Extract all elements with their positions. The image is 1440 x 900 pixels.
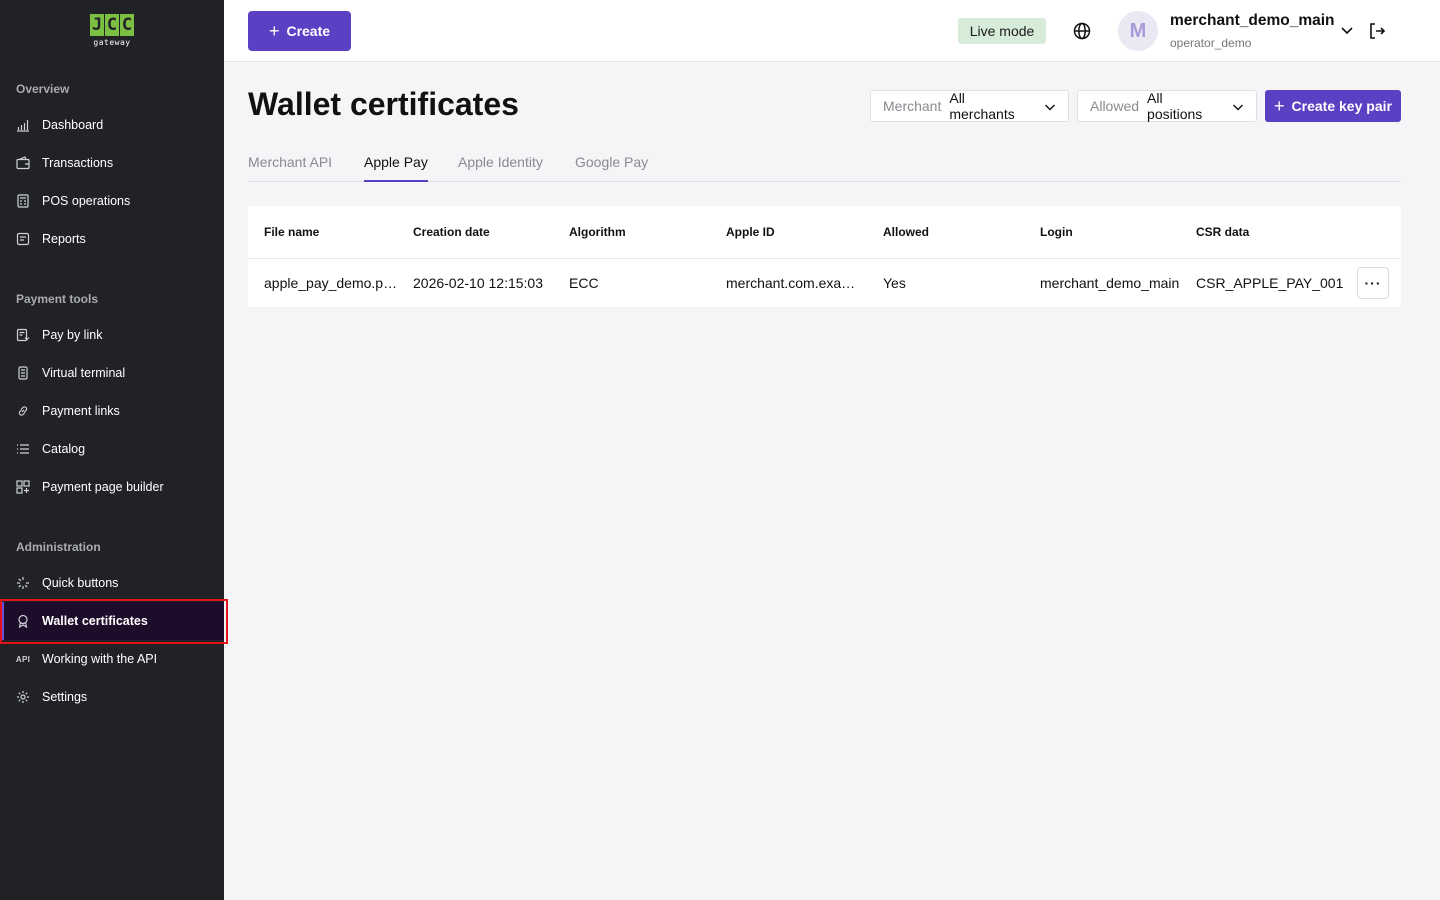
chevron-down-icon[interactable] [1340,23,1354,37]
tab-google-pay[interactable]: Google Pay [575,154,648,182]
globe-icon[interactable] [1072,21,1092,41]
filter-value: All merchants [949,90,1015,122]
cell-file-name: apple_pay_demo.pem [264,275,398,291]
filter-label: Allowed [1090,98,1140,114]
user-role: operator_demo [1170,36,1252,50]
logout-icon[interactable] [1367,21,1387,41]
allowed-filter[interactable]: Allowed All positions [1077,90,1257,122]
sidebar-item-label: Wallet certificates [42,614,148,628]
sparkle-icon [16,576,30,590]
merchant-filter[interactable]: Merchant All merchants [870,90,1069,122]
sidebar-item-label: Virtual terminal [42,366,126,380]
chevron-down-icon [1232,100,1244,112]
jcc-gateway-logo[interactable]: JCC gateway [89,14,135,47]
sidebar: JCC gateway Overview Dashboard Transacti… [0,0,224,900]
tab-apple-pay[interactable]: Apple Pay [364,154,428,182]
tab-apple-identity[interactable]: Apple Identity [458,154,543,182]
sidebar-item-wallet-certificates[interactable]: Wallet certificates [0,602,224,640]
user-name: merchant_demo_main [1170,12,1335,29]
logo-mark: JCC [89,14,135,36]
sidebar-item-label: Payment links [42,404,120,418]
column-header[interactable]: Creation date [413,225,490,239]
sidebar-item-label: Dashboard [42,118,104,132]
sidebar-item-working-with-api[interactable]: API Working with the API [0,640,224,678]
api-icon: API [15,654,31,664]
pay-link-icon [16,328,30,342]
avatar[interactable]: M [1118,11,1158,51]
sidebar-item-quick-buttons[interactable]: Quick buttons [0,564,224,602]
link-icon [16,404,30,418]
sidebar-item-label: Catalog [42,442,86,456]
logo-letter: J [90,14,104,36]
sidebar-item-dashboard[interactable]: Dashboard [0,106,224,144]
sidebar-item-catalog[interactable]: Catalog [0,430,224,468]
gear-icon [16,690,30,704]
cell-algorithm: ECC [569,275,599,291]
create-key-pair-button[interactable]: + Create key pair [1265,90,1401,122]
table-row[interactable]: apple_pay_demo.pem 2026-02-10 12:15:03 E… [248,259,1401,307]
pos-terminal-icon [16,194,30,208]
certificates-table: File name Creation date Algorithm Apple … [248,206,1401,307]
logo-subtitle: gateway [93,38,131,47]
sidebar-item-settings[interactable]: Settings [0,678,224,716]
sidebar-item-label: Settings [42,690,88,704]
cell-login: merchant_demo_main [1040,275,1180,291]
list-icon [16,442,30,456]
sidebar-item-label: POS operations [42,194,131,208]
virtual-terminal-icon [16,366,30,380]
sidebar-item-label: Transactions [42,156,114,170]
column-header[interactable]: Allowed [883,225,929,239]
sidebar-item-virtual-terminal[interactable]: Virtual terminal [0,354,224,392]
filter-label: Merchant [883,98,942,114]
column-header[interactable]: Algorithm [569,225,626,239]
certificate-tabs: Merchant API Apple Pay Apple Identity Go… [248,150,1401,182]
cell-apple-id: merchant.com.example [726,275,865,291]
logo-letter: C [120,14,134,36]
page-title: Wallet certificates [248,86,519,122]
plus-icon: + [1274,96,1285,116]
sidebar-item-pay-by-link[interactable]: Pay by link [0,316,224,354]
sidebar-item-pos-operations[interactable]: POS operations [0,182,224,220]
sidebar-item-label: Pay by link [42,328,103,342]
sidebar-item-label: Quick buttons [42,576,119,590]
sidebar-item-payment-page-builder[interactable]: Payment page builder [0,468,224,506]
sidebar-item-label: Payment page builder [42,480,164,494]
sidebar-item-label: Reports [42,232,86,246]
report-icon [16,232,30,246]
column-header[interactable]: File name [264,225,319,239]
grid-plus-icon [16,480,30,494]
sidebar-item-transactions[interactable]: Transactions [0,144,224,182]
row-actions-button[interactable]: ··· [1357,267,1389,299]
wallet-icon [16,156,30,170]
column-header[interactable]: Login [1040,225,1073,239]
plus-icon: + [268,21,280,41]
live-mode-badge: Live mode [958,18,1046,44]
section-title-administration: Administration [16,540,101,554]
create-button[interactable]: + Create [248,11,351,51]
filter-value: All positions [1147,90,1203,122]
create-button-label: Create [286,23,331,39]
cell-csr-data: CSR_APPLE_PAY_001 [1196,275,1344,291]
column-header[interactable]: CSR data [1196,225,1249,239]
certificate-icon [16,614,30,628]
sidebar-item-reports[interactable]: Reports [0,220,224,258]
table-header: File name Creation date Algorithm Apple … [248,206,1401,259]
tab-merchant-api[interactable]: Merchant API [248,154,332,182]
sidebar-item-label: Working with the API [42,652,158,666]
sidebar-item-payment-links[interactable]: Payment links [0,392,224,430]
cell-creation-date: 2026-02-10 12:15:03 [413,275,543,291]
logo-letter: C [105,14,119,36]
section-title-overview: Overview [16,82,70,96]
chart-bars-icon [16,118,30,132]
column-header[interactable]: Apple ID [726,225,775,239]
topbar: + Create Live mode M merchant_demo_main … [224,0,1440,62]
section-title-payment-tools: Payment tools [16,292,99,306]
cell-allowed: Yes [883,275,906,291]
chevron-down-icon [1044,100,1056,112]
create-key-pair-label: Create key pair [1291,98,1392,114]
